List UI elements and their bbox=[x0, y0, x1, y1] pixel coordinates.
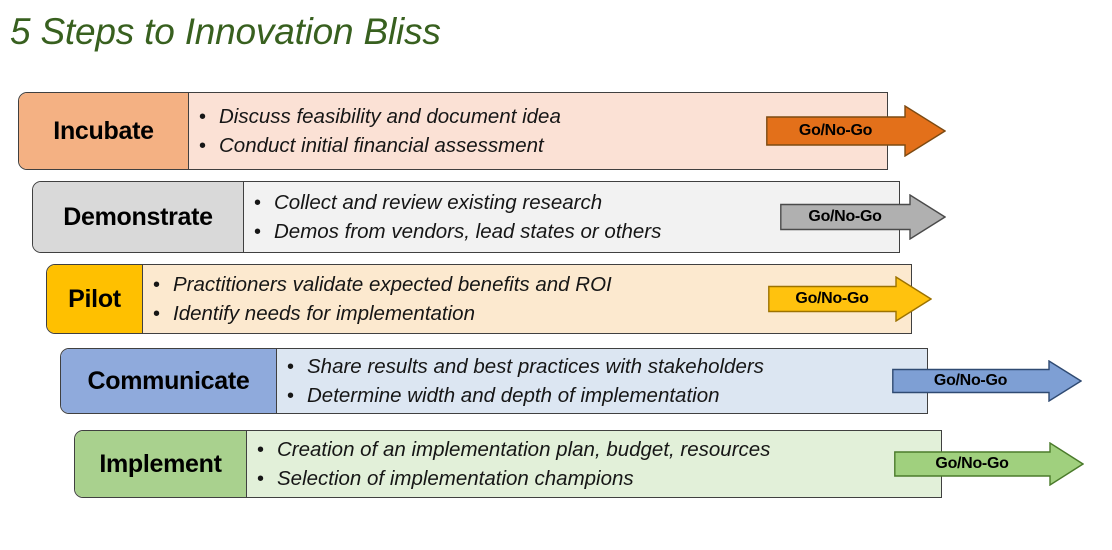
step-label-communicate[interactable]: Communicate bbox=[61, 349, 277, 413]
bullet-text: Identify needs for implementation bbox=[173, 302, 475, 325]
bullet-dot-icon: • bbox=[254, 191, 262, 214]
step-body: • Share results and best practices with s… bbox=[277, 349, 927, 413]
bullet-text: Creation of an implementation plan, budg… bbox=[277, 437, 771, 461]
step-label-implement[interactable]: Implement bbox=[75, 431, 247, 497]
step-bar: Incubate • Discuss feasibility and documen… bbox=[18, 92, 888, 170]
step-bar: Communicate • Share results and best pract… bbox=[60, 348, 928, 414]
bullet-dot-icon: • bbox=[287, 385, 295, 407]
bullet-text: Practitioners validate expected benefits… bbox=[173, 272, 612, 296]
arrow-shape bbox=[768, 276, 932, 322]
step-label-demonstrate[interactable]: Demonstrate bbox=[33, 182, 244, 252]
bullet-dot-icon: • bbox=[287, 355, 295, 378]
arrow-svg bbox=[892, 360, 1082, 402]
step-row: Pilot • Practitioners validate expected be… bbox=[46, 264, 1112, 334]
go-no-go-arrow[interactable]: Go/No-Go bbox=[766, 105, 946, 157]
bullet-dot-icon: • bbox=[153, 303, 161, 325]
arrow-shape bbox=[892, 360, 1082, 402]
page-title: 5 Steps to Innovation Bliss bbox=[10, 11, 441, 52]
arrow-svg bbox=[766, 105, 946, 157]
arrow-svg bbox=[894, 442, 1084, 486]
arrow-shape bbox=[766, 105, 946, 157]
step-row: Demonstrate • Collect and review existing … bbox=[32, 181, 1100, 253]
bullet-text: Share results and best practices with st… bbox=[307, 354, 764, 378]
bullet-text: Determine width and depth of implementat… bbox=[307, 384, 720, 407]
bullet-dot-icon: • bbox=[257, 438, 265, 461]
step-label-pilot[interactable]: Pilot bbox=[47, 265, 143, 333]
bullet-dot-icon: • bbox=[153, 273, 161, 296]
arrow-svg bbox=[780, 194, 946, 240]
go-no-go-arrow[interactable]: Go/No-Go bbox=[768, 276, 932, 322]
bullet-dot-icon: • bbox=[199, 105, 207, 128]
step-label-incubate[interactable]: Incubate bbox=[19, 93, 189, 169]
step-bar: Demonstrate • Collect and review existing … bbox=[32, 181, 900, 253]
bullet-item: • Selection of implementation champions bbox=[257, 464, 935, 493]
bullet-text: Collect and review existing research bbox=[274, 190, 603, 214]
bullet-dot-icon: • bbox=[199, 135, 207, 157]
bullet-text: Demos from vendors, lead states or other… bbox=[274, 220, 662, 243]
arrow-shape bbox=[780, 194, 946, 240]
go-no-go-arrow[interactable]: Go/No-Go bbox=[780, 194, 946, 240]
go-no-go-arrow[interactable]: Go/No-Go bbox=[894, 442, 1084, 486]
bullet-dot-icon: • bbox=[257, 468, 265, 490]
bullet-item: • Creation of an implementation plan, bud… bbox=[257, 435, 935, 464]
bullet-text: Discuss feasibility and document idea bbox=[219, 104, 561, 128]
go-no-go-arrow[interactable]: Go/No-Go bbox=[892, 360, 1082, 402]
bullet-text: Selection of implementation champions bbox=[277, 467, 634, 490]
arrow-svg bbox=[768, 276, 932, 322]
arrow-shape bbox=[894, 442, 1084, 486]
step-row: Implement • Creation of an implementation … bbox=[74, 430, 1112, 498]
step-row: Communicate • Share results and best pract… bbox=[60, 348, 1112, 414]
bullet-text: Conduct initial financial assessment bbox=[219, 134, 544, 157]
step-row: Incubate • Discuss feasibility and documen… bbox=[18, 92, 1088, 170]
step-body: • Creation of an implementation plan, bud… bbox=[247, 431, 941, 497]
bullet-item: • Determine width and depth of implementa… bbox=[287, 381, 921, 410]
step-bar: Implement • Creation of an implementation … bbox=[74, 430, 942, 498]
bullet-item: • Share results and best practices with s… bbox=[287, 352, 921, 381]
slide-canvas: 5 Steps to Innovation Bliss Incubate • Dis… bbox=[0, 0, 1112, 550]
bullet-dot-icon: • bbox=[254, 221, 262, 243]
